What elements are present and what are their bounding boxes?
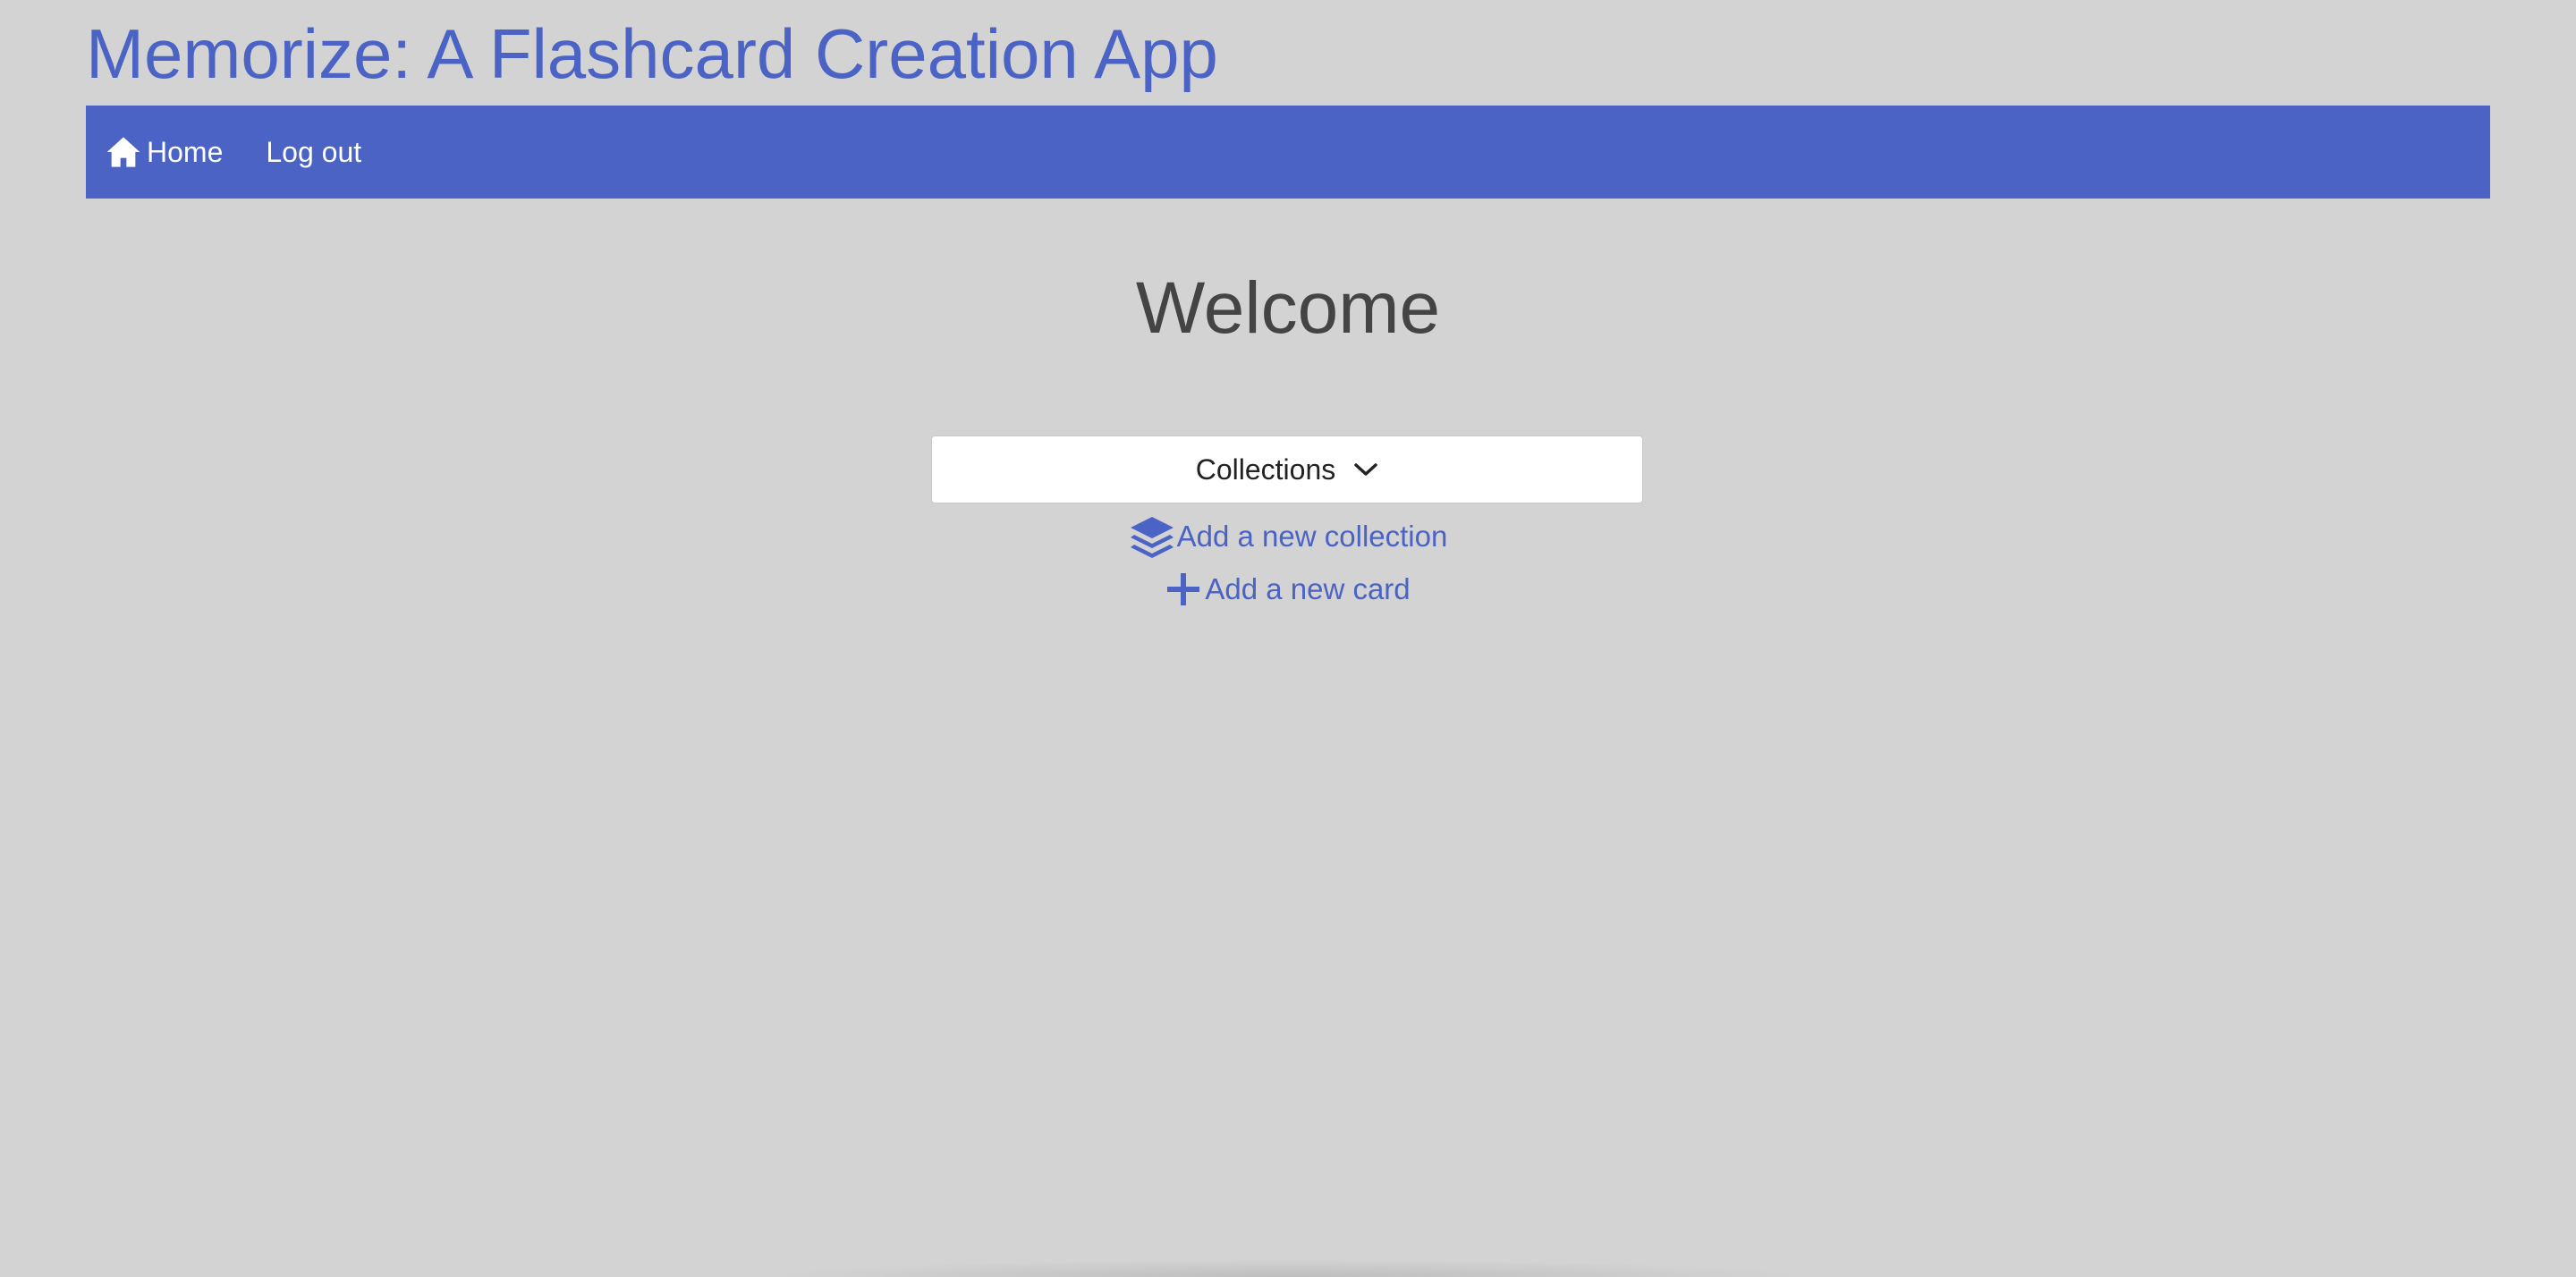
page-bottom-shadow bbox=[769, 1259, 1807, 1277]
top-navbar: Home Log out bbox=[86, 106, 2490, 199]
add-collection-link[interactable]: Add a new collection bbox=[1129, 513, 1448, 560]
nav-home-label: Home bbox=[147, 135, 224, 168]
nav-logout-link[interactable]: Log out bbox=[266, 136, 361, 169]
app-title: Memorize: A Flashcard Creation App bbox=[86, 14, 1218, 93]
layers-icon bbox=[1130, 517, 1174, 558]
add-collection-label: Add a new collection bbox=[1176, 520, 1448, 553]
nav-home-link[interactable]: Home bbox=[106, 135, 223, 169]
add-card-link[interactable]: Add a new card bbox=[1165, 571, 1411, 607]
chevron-down-icon bbox=[1354, 463, 1377, 476]
home-icon bbox=[106, 137, 140, 167]
collections-dropdown-button[interactable]: Collections bbox=[931, 436, 1643, 503]
add-card-row: Add a new card bbox=[0, 566, 2576, 613]
add-collection-row: Add a new collection bbox=[0, 513, 2576, 560]
collections-dropdown-label: Collections bbox=[1195, 452, 1336, 486]
plus-icon bbox=[1167, 573, 1200, 605]
add-card-label: Add a new card bbox=[1205, 572, 1411, 605]
welcome-heading: Welcome bbox=[1135, 267, 1441, 349]
